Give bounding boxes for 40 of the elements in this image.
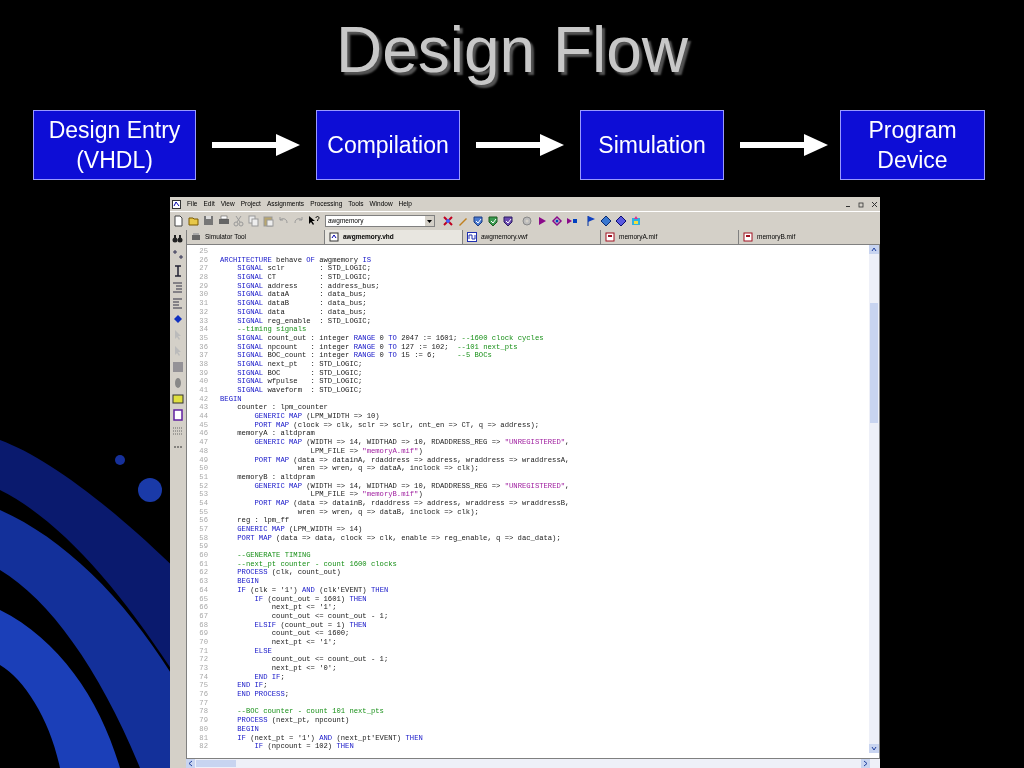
document-icon[interactable]	[172, 409, 184, 421]
list-indent-icon[interactable]	[172, 281, 184, 293]
oval-icon[interactable]	[172, 377, 184, 389]
help-pointer-icon[interactable]	[308, 215, 320, 227]
shield-icon[interactable]	[472, 215, 484, 227]
diamond-icon[interactable]	[615, 215, 627, 227]
cross-icon[interactable]	[442, 215, 454, 227]
close-icon[interactable]	[871, 200, 878, 208]
flow-step-box: Compilation	[316, 110, 460, 180]
waveform-file-icon	[467, 232, 477, 242]
mif-file-icon	[605, 232, 615, 242]
diamond-pointer-icon[interactable]	[172, 313, 184, 325]
caret-icon	[425, 216, 434, 226]
shield-icon[interactable]	[502, 215, 514, 227]
new-file-icon[interactable]	[173, 215, 185, 227]
vertical-scrollbar[interactable]	[869, 245, 879, 753]
shield-icon[interactable]	[487, 215, 499, 227]
slide-title: Design Flow	[335, 13, 689, 88]
flow-step-box: Design Entry (VHDL)	[33, 110, 196, 180]
step-icon[interactable]	[566, 215, 578, 227]
tool-file-icon	[191, 232, 201, 242]
folder-icon[interactable]	[188, 215, 200, 227]
restore-icon[interactable]	[858, 200, 865, 208]
flow-step-box: Program Device	[840, 110, 985, 180]
arrow-icon	[476, 133, 564, 157]
play-icon[interactable]	[536, 215, 548, 227]
arrow-icon	[740, 133, 828, 157]
paste-icon[interactable]	[263, 215, 275, 227]
diamond-icon[interactable]	[600, 215, 612, 227]
arrow-icon	[212, 133, 300, 157]
flag-icon[interactable]	[585, 215, 597, 227]
binoculars-icon[interactable]	[172, 233, 184, 245]
list-outdent-icon[interactable]	[172, 297, 184, 309]
mif-file-icon	[743, 232, 753, 242]
note-icon[interactable]	[172, 393, 184, 405]
printer-icon[interactable]	[218, 215, 230, 227]
horizontal-scrollbar[interactable]	[186, 759, 880, 768]
vhdl-file-icon	[329, 232, 339, 242]
flow-step-box: Simulation	[580, 110, 724, 180]
app-logo-icon	[172, 199, 181, 209]
